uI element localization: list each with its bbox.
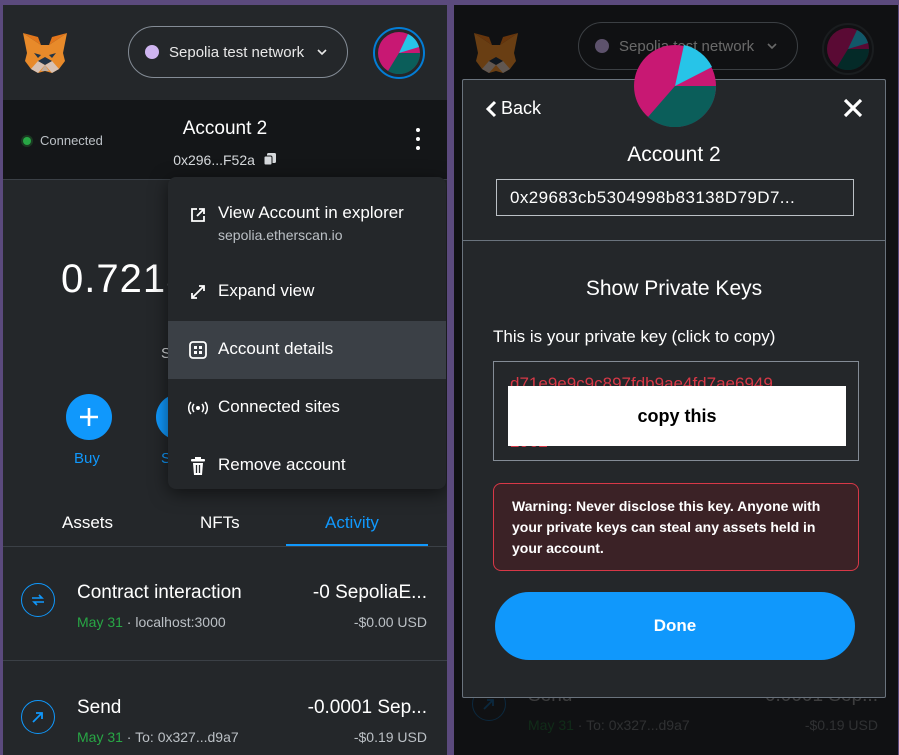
avatar-icon: [378, 32, 420, 74]
modal-account-name: Account 2: [627, 143, 721, 166]
menu-item-label: Remove account: [218, 455, 346, 474]
private-key-hint: This is your private key (click to copy): [493, 327, 776, 346]
account-avatar-button[interactable]: [373, 27, 425, 79]
arrow-up-right-icon: [21, 700, 55, 734]
show-private-keys-title: Show Private Keys: [585, 277, 763, 300]
activity-title: Send: [77, 697, 122, 718]
buy-label: Buy: [74, 450, 100, 467]
menu-item-remove-account[interactable]: Remove account: [168, 437, 446, 489]
wallet-popup-right: Sepolia test network Send May 31 · To: 0…: [454, 5, 898, 755]
account-address-text: 0x296...F52a: [173, 152, 255, 168]
account-address[interactable]: 0x296...F52a: [3, 152, 447, 168]
swap-arrows-icon: [21, 583, 55, 617]
activity-fiat: -$0.00 USD: [353, 614, 427, 630]
account-avatar-icon: [634, 45, 716, 127]
menu-item-view-explorer[interactable]: View Account in explorer sepolia.ethersc…: [168, 177, 446, 251]
network-dot-icon: [145, 45, 159, 59]
back-button[interactable]: Back: [485, 98, 541, 119]
activity-title: Contract interaction: [77, 582, 242, 603]
chevron-down-icon: [317, 49, 327, 56]
account-name: Account 2: [182, 118, 268, 139]
close-icon[interactable]: [841, 96, 865, 120]
external-link-icon: [191, 208, 205, 222]
network-selector[interactable]: Sepolia test network: [128, 26, 348, 78]
active-tab-indicator: [286, 544, 428, 546]
trash-icon: [191, 457, 205, 475]
account-bar: Connected Account 2 0x296...F52a: [3, 100, 447, 180]
expand-icon: [191, 285, 205, 299]
tab-activity[interactable]: Activity: [325, 513, 379, 533]
back-label: Back: [501, 98, 542, 118]
menu-item-label: Connected sites: [218, 397, 340, 416]
private-key-warning: Warning: Never disclose this key. Anyone…: [493, 483, 859, 571]
done-button[interactable]: Done: [495, 592, 855, 660]
activity-amount: -0.0001 Sep...: [307, 697, 427, 718]
tab-bar: Assets NFTs Activity: [3, 505, 447, 547]
network-name: Sepolia test network: [169, 43, 305, 61]
account-details-modal: Back Account 2 0x29683cb5304998b83138D79…: [462, 45, 886, 698]
app-header: Sepolia test network: [3, 5, 447, 100]
modal-divider: [463, 240, 885, 241]
tab-assets[interactable]: Assets: [62, 513, 113, 533]
account-options-button[interactable]: [415, 128, 421, 154]
activity-subtitle: May 31 · To: 0x327...d9a7: [77, 729, 239, 745]
private-key-box[interactable]: d71e9e9c9c897fdb9ae4fd7ae6949 2962 copy …: [493, 361, 859, 461]
menu-item-sublabel: sepolia.etherscan.io: [218, 227, 343, 243]
qr-icon: [189, 341, 207, 359]
menu-item-account-details[interactable]: Account details: [168, 321, 446, 379]
full-address-text: 0x29683cb5304998b83138D79D7...: [510, 187, 796, 207]
activity-item-send[interactable]: Send May 31 · To: 0x327...d9a7 -0.0001 S…: [3, 685, 447, 755]
metamask-fox-icon[interactable]: [21, 31, 69, 75]
activity-amount: -0 SepoliaE...: [312, 582, 427, 603]
broadcast-icon: [188, 401, 208, 415]
menu-item-label: Expand view: [218, 281, 315, 300]
activity-item-contract-interaction[interactable]: Contract interaction May 31 · localhost:…: [3, 568, 447, 661]
tab-nfts[interactable]: NFTs: [200, 513, 240, 533]
plus-icon: [80, 408, 98, 426]
menu-item-label: View Account in explorer: [218, 203, 404, 222]
buy-button[interactable]: [66, 394, 112, 440]
activity-subtitle: May 31 · localhost:3000: [77, 614, 226, 630]
copy-this-overlay[interactable]: copy this: [508, 386, 846, 446]
copy-icon[interactable]: [263, 152, 277, 166]
activity-fiat: -$0.19 USD: [353, 729, 427, 745]
chevron-left-icon: [485, 100, 497, 117]
full-address-field[interactable]: 0x29683cb5304998b83138D79D7...: [496, 179, 854, 216]
menu-item-label: Account details: [218, 339, 334, 358]
account-options-menu: View Account in explorer sepolia.ethersc…: [168, 177, 446, 489]
wallet-popup-left: Sepolia test network Connected Account 2…: [3, 5, 447, 755]
menu-item-expand-view[interactable]: Expand view: [168, 263, 446, 321]
menu-item-connected-sites[interactable]: Connected sites: [168, 379, 446, 437]
